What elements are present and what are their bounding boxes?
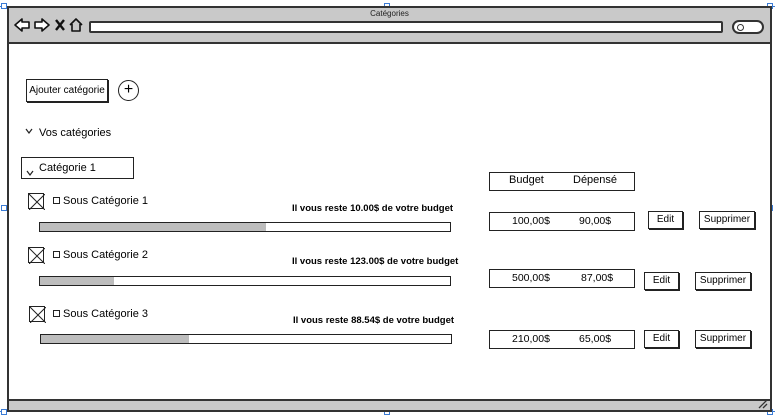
budget-cell (489, 330, 635, 349)
spent-value: 65,00$ (579, 333, 612, 345)
edit-button[interactable]: Edit (644, 330, 679, 348)
search-field[interactable] (732, 20, 764, 34)
search-icon (737, 24, 744, 31)
section-label: Vos catégories (39, 127, 112, 139)
budget-progress-fill (40, 277, 114, 285)
image-placeholder-icon (28, 247, 45, 264)
remaining-budget-message: Il vous reste 88.54$ de votre budget (293, 315, 455, 326)
budget-cell (489, 212, 635, 231)
subcategory-checkbox[interactable] (53, 197, 60, 204)
spent-value: 90,00$ (579, 215, 612, 227)
add-category-button[interactable]: Ajouter catégorie (26, 79, 108, 102)
delete-button[interactable]: Supprimer (699, 211, 755, 229)
delete-button[interactable]: Supprimer (695, 272, 751, 290)
subcategory-checkbox[interactable] (53, 251, 60, 258)
home-icon[interactable] (68, 17, 84, 33)
column-header-spent: Dépensé (573, 174, 618, 186)
subcategory-name: Sous Catégorie 1 (63, 195, 148, 207)
budget-progress-bar (39, 276, 451, 286)
budget-value: 500,00$ (512, 272, 550, 284)
back-arrow-icon[interactable] (14, 17, 30, 33)
delete-button[interactable]: Supprimer (695, 330, 751, 348)
add-circle-icon[interactable]: + (118, 80, 139, 101)
edit-button[interactable]: Edit (648, 211, 683, 229)
remaining-budget-message: Il vous reste 123.00$ de votre budget (292, 256, 459, 267)
budget-progress-bar (39, 222, 451, 232)
category-chevron-icon[interactable] (26, 164, 34, 182)
edit-button[interactable]: Edit (644, 272, 679, 290)
close-icon[interactable] (52, 17, 68, 33)
status-bar (9, 399, 770, 410)
chevron-down-icon[interactable] (25, 127, 33, 138)
budget-value: 210,00$ (512, 333, 550, 345)
resize-grip-icon[interactable] (757, 399, 769, 412)
address-bar[interactable] (89, 21, 723, 33)
subcategory-name: Sous Catégorie 3 (63, 308, 148, 320)
forward-arrow-icon[interactable] (34, 17, 50, 33)
category-name: Catégorie 1 (39, 162, 96, 174)
window-title: Catégories (370, 9, 409, 18)
subcategory-checkbox[interactable] (53, 310, 60, 317)
budget-progress-bar (40, 334, 452, 344)
budget-progress-fill (41, 335, 189, 343)
budget-value: 100,00$ (512, 215, 550, 227)
column-header-budget: Budget (509, 174, 544, 186)
spent-value: 87,00$ (581, 272, 614, 284)
image-placeholder-icon (28, 193, 45, 210)
image-placeholder-icon (29, 306, 46, 323)
subcategory-name: Sous Catégorie 2 (63, 249, 148, 261)
remaining-budget-message: Il vous reste 10.00$ de votre budget (292, 203, 454, 214)
budget-progress-fill (40, 223, 266, 231)
